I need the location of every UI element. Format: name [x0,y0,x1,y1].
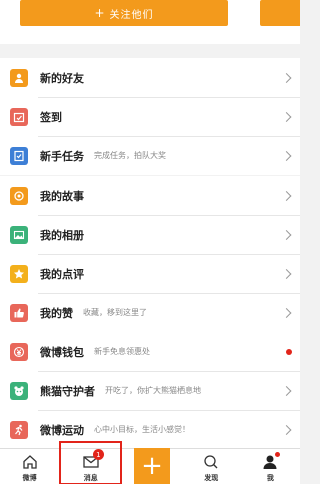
chevron-right-icon [281,111,292,122]
plus-icon: + [94,6,106,20]
menu-item-label: 微博钱包 [40,345,84,359]
menu-item-weibo-wallet[interactable]: 微博钱包 新手免息领惠处 [0,332,300,371]
menu-item-subtitle: 开吃了，你扩大熊猫栖息地 [105,386,201,395]
notification-dot [286,348,292,355]
menu-item-label: 签到 [40,110,62,124]
menu-group-services: 微博钱包 新手免息领惠处 熊猫守护者 开吃了，你扩大熊猫栖息地 微博运动 心中小… [0,332,300,449]
top-strip: + 关注他们 [0,0,300,44]
menu-item-weibo-sports[interactable]: 微博运动 心中小目标，生活小感觉！ [0,410,300,449]
menu-group-social: 新的好友 签到 新手任务 完成任务，拍队大奖 [0,58,300,175]
search-icon [204,455,218,469]
bottom-tab-bar: 微博 1 消息 + 发现 我 [0,441,300,484]
menu-item-panda-guardian[interactable]: 熊猫守护者 开吃了，你扩大熊猫栖息地 [0,371,300,410]
tab-label: 消息 [83,474,98,482]
notification-dot [275,452,281,457]
menu-item-subtitle: 新手免息领惠处 [94,347,150,356]
story-icon [10,186,28,205]
menu-item-my-story[interactable]: 我的故事 [0,176,300,215]
star-icon [10,264,28,283]
chevron-right-icon [281,307,292,318]
friend-icon [10,68,28,87]
tab-label: 微博 [22,474,37,482]
menu-item-my-reviews[interactable]: 我的点评 [0,254,300,293]
chevron-right-icon [281,385,292,396]
menu-item-subtitle: 心中小目标，生活小感觉！ [94,425,190,434]
plus-icon: + [141,451,163,481]
run-icon [10,420,28,439]
chevron-right-icon [281,72,292,83]
chevron-right-icon [281,229,292,240]
chevron-right-icon [281,424,292,435]
menu-item-label: 我的相册 [40,228,84,242]
wallet-icon [10,342,28,361]
menu-item-my-album[interactable]: 我的相册 [0,215,300,254]
menu-item-my-likes[interactable]: 我的赞 收藏，移到这里了 [0,293,300,332]
thumb-icon [10,303,28,322]
chevron-right-icon [281,190,292,201]
panda-icon [10,381,28,400]
tab-messages[interactable]: 1 消息 [59,441,123,484]
chevron-right-icon [281,150,292,161]
menu-item-checkin[interactable]: 签到 [0,97,300,136]
home-icon [22,455,37,469]
menu-item-label: 微博运动 [40,423,84,437]
menu-item-new-friends[interactable]: 新的好友 [0,58,300,97]
follow-them-button[interactable]: + 关注他们 [20,0,228,26]
menu-item-label: 我的点评 [40,267,84,281]
menu-item-label: 熊猫守护者 [40,384,95,398]
chevron-right-icon [281,268,292,279]
calendar-icon [10,107,28,126]
menu-item-subtitle: 完成任务，拍队大奖 [94,151,166,160]
follow-button-secondary[interactable] [260,0,300,26]
menu-group-personal: 我的故事 我的相册 我的点评 我的赞 收藏，移到这里了 [0,176,300,332]
menu-item-label: 我的故事 [40,189,84,203]
tab-label: 我 [266,474,274,482]
tab-label: 发现 [204,474,219,482]
compose-button[interactable]: + [134,448,170,484]
tab-home[interactable]: 微博 [0,449,59,484]
menu-item-label: 新的好友 [40,71,84,85]
photo-icon [10,225,28,244]
tab-discover[interactable]: 发现 [182,449,241,484]
menu-item-label: 新手任务 [40,149,84,163]
tab-compose[interactable]: + [122,448,181,484]
tab-me[interactable]: 我 [241,449,300,484]
menu-item-label: 我的赞 [40,306,73,320]
follow-them-label: 关注他们 [109,9,154,21]
checklist-icon [10,146,28,165]
menu-item-newbie-tasks[interactable]: 新手任务 完成任务，拍队大奖 [0,136,300,175]
unread-badge: 1 [92,449,104,460]
menu-item-subtitle: 收藏，移到这里了 [83,308,147,317]
